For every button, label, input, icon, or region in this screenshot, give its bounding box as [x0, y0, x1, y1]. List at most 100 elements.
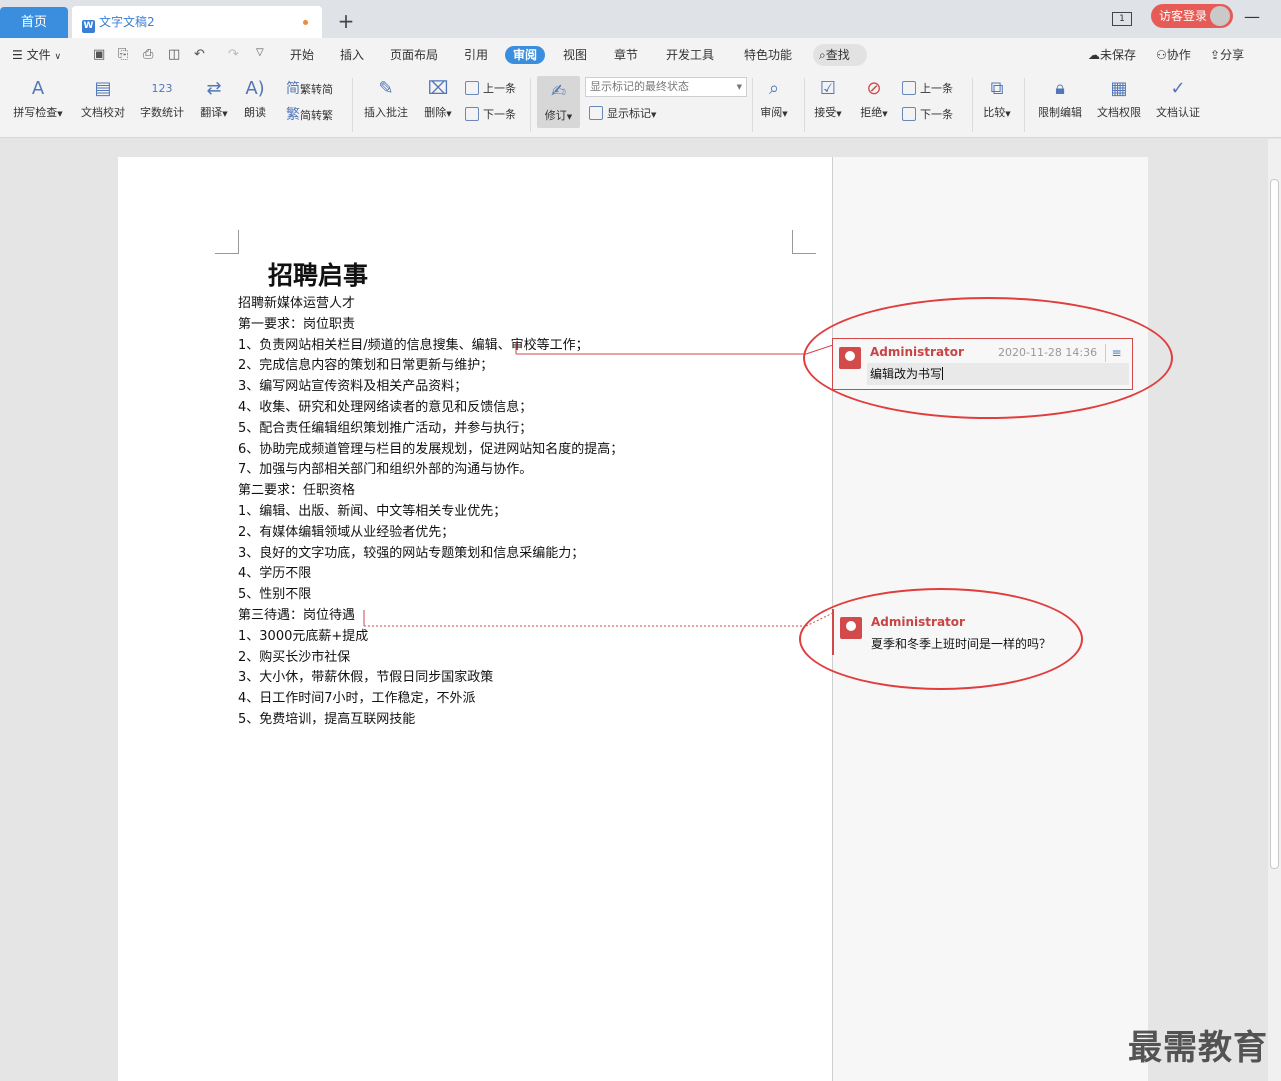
doc-permission-button[interactable]: ▦ 文档权限: [1093, 76, 1145, 120]
accept-button[interactable]: ☑ 接受▼: [808, 76, 848, 120]
menu-section[interactable]: 章节: [614, 38, 638, 72]
window-layout-icon[interactable]: 1: [1112, 8, 1132, 26]
tab-document[interactable]: W 文字文稿2: [72, 6, 322, 38]
share-icon: ⇪: [1210, 48, 1221, 62]
delete-comment-button[interactable]: ⌧ 删除▼: [418, 76, 458, 120]
next-change-button[interactable]: 下一条: [902, 106, 953, 124]
ribbon-separator: [530, 78, 531, 132]
accept-icon: ☑: [819, 78, 837, 99]
show-marks-label: 显示标记: [607, 107, 651, 120]
print-icon[interactable]: ⎙: [143, 47, 153, 62]
doc-line: 招聘新媒体运营人才: [238, 296, 356, 311]
insert-comment-icon: ✎: [378, 78, 394, 99]
trad-to-simp-button[interactable]: 简繁转简: [286, 80, 333, 98]
scrollbar-thumb[interactable]: [1270, 179, 1279, 869]
simp-to-trad-button[interactable]: 繁简转繁: [286, 106, 333, 124]
search-label: 查找: [825, 48, 850, 62]
ribbon-separator: [1024, 78, 1025, 132]
word-count-button[interactable]: 123 字数统计: [136, 76, 188, 120]
read-aloud-button[interactable]: A) 朗读: [238, 76, 272, 120]
prev-change-button[interactable]: 上一条: [902, 80, 953, 98]
insert-comment-button[interactable]: ✎ 插入批注: [360, 76, 412, 120]
ribbon-separator: [972, 78, 973, 132]
menu-review[interactable]: 审阅: [505, 46, 546, 64]
customize-icon[interactable]: ▽: [256, 47, 264, 58]
unsaved-status[interactable]: ☁未保存: [1088, 38, 1136, 72]
collab-button[interactable]: ⚇协作: [1156, 38, 1191, 72]
highlight-ellipse: [799, 588, 1083, 690]
translate-icon: ⇄: [206, 78, 222, 99]
prev-change-label: 上一条: [920, 82, 953, 95]
dropdown-arrow-icon: ▼: [1005, 110, 1011, 118]
share-label: 分享: [1220, 48, 1245, 62]
show-marks-icon: [589, 106, 603, 120]
save-icon[interactable]: ▣: [93, 47, 105, 62]
revise-icon: ✍: [550, 81, 567, 102]
reject-button[interactable]: ⊘ 拒绝▼: [854, 76, 894, 120]
guest-login-button[interactable]: 访客登录: [1151, 4, 1233, 28]
doc-proof-icon: ▤: [94, 78, 112, 99]
dropdown-arrow-icon: ▼: [836, 110, 842, 118]
restrict-edit-button[interactable]: 🔒︎ 限制编辑: [1034, 76, 1086, 120]
menu-view[interactable]: 视图: [563, 38, 587, 72]
prev-comment-button[interactable]: 上一条: [465, 80, 516, 98]
dropdown-arrow-icon: ▼: [782, 110, 788, 118]
prev-comment-icon: [465, 81, 479, 95]
minimize-icon[interactable]: —: [1244, 8, 1260, 26]
mark-state-select[interactable]: 显示标记的最终状态 ▼: [585, 77, 747, 97]
insert-comment-label: 插入批注: [364, 106, 408, 119]
next-comment-button[interactable]: 下一条: [465, 106, 516, 124]
redo-icon[interactable]: ↷: [228, 47, 239, 62]
guest-login-label: 访客登录: [1159, 9, 1208, 23]
doc-cert-button[interactable]: ✓ 文档认证: [1152, 76, 1204, 120]
file-menu[interactable]: ☰ 文件 ∨: [12, 38, 61, 72]
document-body[interactable]: 招聘新媒体运营人才 第一要求：岗位职责 1、负责网站相关栏目/频道的信息搜集、编…: [238, 294, 623, 731]
next-comment-icon: [465, 107, 479, 121]
share-button[interactable]: ⇪分享: [1210, 38, 1244, 72]
dropdown-arrow-icon: ▼: [222, 110, 228, 118]
ribbon-separator: [804, 78, 805, 132]
undo-icon[interactable]: ↶: [194, 47, 205, 62]
new-tab-button[interactable]: +: [334, 6, 358, 36]
unsaved-dot-icon: [303, 20, 308, 25]
dropdown-arrow-icon: ▼: [651, 111, 657, 119]
read-aloud-label: 朗读: [244, 106, 266, 119]
show-marks-button[interactable]: 显示标记▼: [589, 105, 656, 123]
review-pane-button[interactable]: ⌕ 审阅▼: [755, 76, 793, 120]
menu-layout[interactable]: 页面布局: [390, 38, 438, 72]
review-ribbon: A 拼写检查▼ ▤ 文档校对 123 字数统计 ⇄ 翻译▼ A) 朗读 简繁转简 繁简转繁…: [0, 72, 1281, 138]
menu-features[interactable]: 特色功能: [744, 38, 792, 72]
doc-proof-button[interactable]: ▤ 文档校对: [76, 76, 130, 120]
title-bar: 首页 W 文字文稿2 + 1 访客登录 —: [0, 0, 1281, 38]
menu-devtools[interactable]: 开发工具: [666, 38, 714, 72]
menu-reference[interactable]: 引用: [464, 38, 488, 72]
delete-comment-icon: ⌧: [427, 78, 449, 99]
unsaved-label: 未保存: [1100, 48, 1137, 62]
export-icon[interactable]: ⎘: [118, 47, 128, 62]
simp-to-trad-label: 简转繁: [300, 109, 333, 122]
spell-check-label: 拼写检查: [13, 106, 58, 119]
doc-line: 1、编辑、出版、新闻、中文等相关专业优先；: [238, 503, 507, 519]
spell-check-button[interactable]: A 拼写检查▼: [8, 76, 68, 120]
menu-start[interactable]: 开始: [290, 38, 314, 72]
dropdown-arrow-icon: ▼: [882, 110, 888, 118]
trad-to-simp-label: 繁转简: [300, 83, 333, 96]
review-pane-label: 审阅: [760, 106, 783, 119]
compare-button[interactable]: ⧉ 比较▼: [978, 76, 1016, 120]
search-icon: ⌕: [819, 48, 826, 62]
doc-proof-label: 文档校对: [81, 106, 125, 119]
vertical-scrollbar[interactable]: [1268, 139, 1281, 1081]
menu-insert[interactable]: 插入: [340, 38, 364, 72]
word-count-icon: 123: [151, 82, 173, 95]
read-aloud-icon: A): [245, 78, 265, 99]
translate-button[interactable]: ⇄ 翻译▼: [194, 76, 234, 120]
translate-label: 翻译: [200, 106, 223, 119]
lock-doc-icon: 🔒︎: [1055, 78, 1065, 99]
mark-state-value: 显示标记的最终状态: [590, 80, 689, 93]
tab-home[interactable]: 首页: [0, 7, 68, 38]
dropdown-arrow-icon: ▼: [57, 110, 63, 118]
doc-line: 5、性别不限: [238, 587, 312, 603]
revise-button[interactable]: ✍ 修订▼: [537, 76, 580, 128]
print-preview-icon[interactable]: ◫: [168, 47, 180, 62]
search-button[interactable]: ⌕查找: [813, 44, 867, 66]
